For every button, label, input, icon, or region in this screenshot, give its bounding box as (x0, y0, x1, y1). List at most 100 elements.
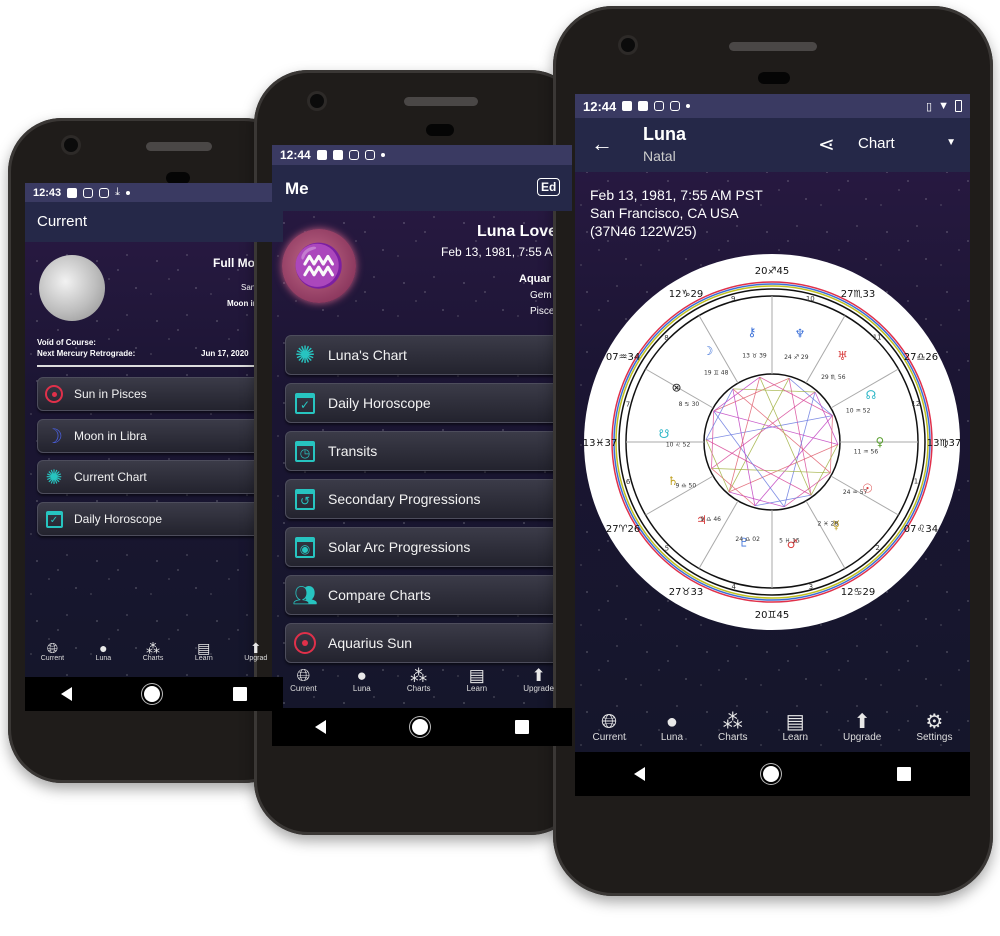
card-solar-arc-progressions[interactable]: ◉ Solar Arc Progressions (285, 527, 572, 567)
screen-natal-chart: 12:44 ▯ ▼ ← Luna Natal ⋖ Chart ▼ Feb 13,… (575, 94, 970, 796)
nav-upgrade[interactable]: ⬆ Upgrade (523, 667, 554, 707)
sun-target-icon (38, 385, 70, 403)
nav-current[interactable]: 🌐︎ Current (290, 667, 317, 707)
system-nav-bar (272, 708, 572, 746)
card-current-chart[interactable]: ✺ Current Chart (37, 460, 283, 494)
crescent-moon-icon: ☽ (45, 425, 63, 448)
house-number: 1 (914, 477, 918, 485)
view-select[interactable]: Chart ▼ (858, 135, 956, 152)
nav-settings[interactable]: ⚙ Settings (916, 712, 952, 756)
card-transits[interactable]: ◷ Transits (285, 431, 572, 471)
nav-label: Learn (194, 655, 213, 662)
divider (37, 365, 283, 367)
group-icon: ⁂ (410, 666, 428, 685)
planet-glyph: ☽ (702, 344, 713, 358)
nav-luna[interactable]: ● Luna (96, 641, 112, 677)
download-notif-icon: ⤓ (115, 186, 121, 198)
gear-icon: ⚙ (925, 711, 944, 733)
battery-icon (955, 100, 962, 112)
screen-me: 12:44 Me Ed ♒ Luna Love Feb 13, 1981, 7:… (272, 145, 572, 746)
card-lunas-chart[interactable]: ✺ Luna's Chart (285, 335, 572, 375)
card-aquarius-sun[interactable]: Aquarius Sun (285, 623, 572, 663)
card-label: Daily Horoscope (74, 512, 163, 526)
card-label: Aquarius Sun (328, 635, 413, 651)
planet-position: 8 ♋ 30 (679, 401, 700, 408)
speaker-grille (729, 42, 817, 51)
nav-luna[interactable]: ● Luna (353, 667, 371, 707)
dropdown-arrow-icon: ▼ (946, 137, 956, 148)
nav-charts[interactable]: ⁂ Charts (718, 712, 747, 756)
house-number: 9 (731, 295, 735, 303)
home-button[interactable] (412, 719, 429, 735)
cusp-label: 07♒34 (606, 352, 640, 363)
system-nav-bar (25, 677, 283, 711)
recents-button[interactable] (514, 720, 529, 734)
profile-moon-sign: Pisce (530, 306, 555, 317)
nav-learn[interactable]: ▤ Learn (195, 641, 213, 677)
calendar-notif-icon (332, 150, 343, 160)
chart-title: Luna (643, 124, 686, 144)
view-select-value: Chart (858, 135, 895, 152)
back-button[interactable] (61, 687, 73, 701)
recents-button[interactable] (232, 687, 247, 701)
house-number: 8 (664, 334, 668, 342)
planet-glyph: ⊗ (671, 381, 681, 395)
front-camera (621, 38, 635, 52)
edit-button[interactable]: Ed (537, 178, 561, 196)
nav-learn[interactable]: ▤ Learn (467, 667, 487, 707)
nav-label: Current (592, 732, 626, 743)
calendar-undo-icon: ↺ (286, 488, 324, 510)
card-moon-in-libra[interactable]: ☽ Moon in Libra (37, 419, 283, 453)
globe-icon: 🌐︎ (296, 666, 311, 685)
gmail-notif-icon (99, 187, 110, 198)
house-number: 7 (626, 401, 630, 409)
house-number: 3 (809, 583, 813, 591)
app-bar: Me Ed (272, 165, 572, 211)
cusp-label: 27♈26 (606, 524, 640, 535)
home-button[interactable] (144, 686, 161, 702)
card-daily-horoscope[interactable]: ✓ Daily Horoscope (37, 502, 283, 536)
home-button[interactable] (763, 766, 779, 782)
nav-label: Luna (660, 732, 684, 743)
sun-target-icon (286, 632, 324, 654)
card-label: Compare Charts (328, 587, 431, 603)
nav-upgrade[interactable]: ⬆ Upgrad (244, 641, 267, 677)
card-daily-horoscope[interactable]: ✓ Daily Horoscope (285, 383, 572, 423)
card-compare-charts[interactable]: 👥︎ Compare Charts (285, 575, 572, 615)
card-sun-in-pisces[interactable]: Sun in Pisces (37, 377, 283, 411)
nav-current[interactable]: 🌐︎ Current (41, 641, 64, 677)
planet-glyph: ☋ (659, 427, 670, 441)
nav-charts[interactable]: ⁂ Charts (407, 667, 431, 707)
card-label: Luna's Chart (328, 347, 407, 363)
nav-upgrade[interactable]: ⬆ Upgrade (843, 712, 881, 756)
page-title: Me (285, 179, 309, 198)
cusp-label: 13♓37 (583, 438, 617, 449)
back-button[interactable] (634, 767, 645, 781)
card-secondary-progressions[interactable]: ↺ Secondary Progressions (285, 479, 572, 519)
group-icon: ⁂ (146, 640, 161, 656)
nav-current[interactable]: 🌐︎ Current (592, 712, 625, 756)
nav-luna[interactable]: ● Luna (661, 712, 683, 756)
status-time: 12:44 (583, 98, 617, 114)
cusp-label: 27♉33 (669, 587, 703, 598)
calendar-target-icon: ◉ (286, 536, 324, 558)
natal-chart-wheel[interactable]: 20♐45 10 27♏33 11 27♎26 12 13♍37 1 07♌34 2 12♋29 3 2… (582, 252, 962, 632)
people-icon: 👥︎ (292, 584, 318, 607)
back-arrow-icon[interactable]: ← (591, 131, 613, 157)
cusp-label: 07♌34 (904, 524, 938, 535)
cusp-label: 20♊45 (755, 610, 789, 621)
nav-learn[interactable]: ▤ Learn (782, 712, 808, 756)
recents-button[interactable] (897, 767, 911, 781)
planet-position: 24 ♎ 02 (735, 536, 760, 543)
planet-position: 2 ♓ 28 (817, 521, 838, 528)
aquarius-sun-image: ♒ (282, 229, 356, 303)
back-button[interactable] (315, 720, 327, 734)
card-label: Daily Horoscope (328, 395, 431, 411)
calendar-check-icon: ✓ (286, 392, 324, 414)
planet-glyph: ⚷ (748, 325, 757, 339)
globe-icon: 🌐︎ (601, 711, 618, 733)
book-icon: ▤ (468, 666, 485, 685)
nav-label: Charts (142, 655, 164, 662)
share-icon[interactable]: ⋖ (818, 132, 835, 157)
nav-charts[interactable]: ⁂ Charts (143, 641, 164, 677)
